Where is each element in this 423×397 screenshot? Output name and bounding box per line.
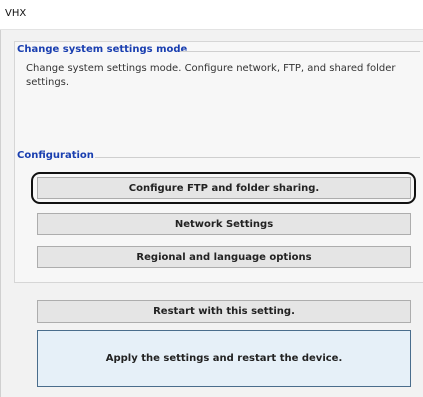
mode-section-description: Change system settings mode. Configure n… (26, 63, 396, 88)
restart-with-setting-button[interactable]: Restart with this setting. (37, 300, 411, 323)
settings-window: VHX Change system settings mode Change s… (0, 0, 423, 397)
configure-ftp-folder-sharing-button[interactable]: Configure FTP and folder sharing. (37, 177, 411, 199)
configuration-section-header: Configuration (17, 150, 94, 161)
regional-language-options-button[interactable]: Regional and language options (37, 246, 411, 268)
mode-section-divider (180, 51, 420, 52)
mode-section-header: Change system settings mode (17, 44, 188, 55)
configuration-section-divider (95, 157, 420, 158)
window-left-border (0, 30, 1, 397)
apply-and-restart-button[interactable]: Apply the settings and restart the devic… (37, 330, 411, 387)
title-bar: VHX (0, 0, 423, 30)
network-settings-button[interactable]: Network Settings (37, 213, 411, 235)
window-title: VHX (5, 8, 27, 19)
